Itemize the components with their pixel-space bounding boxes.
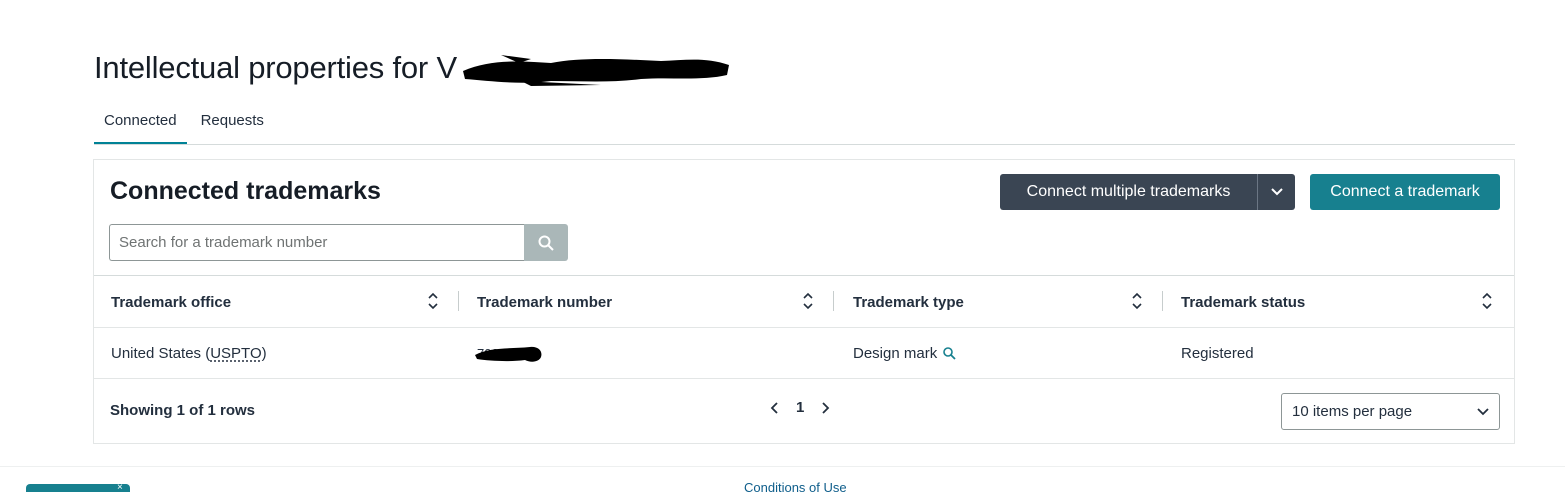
cell-trademark-status: Registered (1181, 344, 1254, 362)
chevron-right-icon[interactable] (822, 401, 830, 414)
tab-bar: Connected Requests (94, 108, 1515, 145)
header-trademark-status[interactable]: Trademark status (1181, 276, 1305, 328)
current-page[interactable]: 1 (796, 399, 804, 416)
column-divider[interactable] (833, 291, 834, 311)
page-title: Intellectual properties for V (94, 50, 729, 86)
search-button[interactable] (524, 224, 568, 261)
items-per-page-select[interactable]: 10 items per page (1281, 393, 1500, 430)
page-footer: Conditions of Use (0, 466, 1565, 492)
redaction-mark (475, 346, 542, 362)
tab-requests[interactable]: Requests (191, 108, 274, 144)
conditions-of-use-link[interactable]: Conditions of Use (744, 480, 847, 492)
sort-icon[interactable] (428, 292, 438, 310)
connect-multiple-button[interactable]: Connect multiple trademarks (1000, 174, 1258, 210)
column-divider[interactable] (1162, 291, 1163, 311)
row-count-text: Showing 1 of 1 rows (110, 402, 256, 419)
header-trademark-number[interactable]: Trademark number (477, 276, 612, 328)
connected-trademarks-card: Connected trademarks Connect multiple tr… (93, 159, 1515, 444)
tab-connected[interactable]: Connected (94, 108, 187, 144)
sort-icon[interactable] (1482, 292, 1492, 310)
table-row: United States (USPTO) 70005 Design mark … (94, 328, 1514, 379)
card-title: Connected trademarks (110, 177, 381, 205)
sort-icon[interactable] (803, 292, 813, 310)
page-title-text: Intellectual properties for V (94, 50, 457, 85)
cell-trademark-office: United States (USPTO) (111, 344, 267, 362)
header-trademark-office[interactable]: Trademark office (111, 276, 231, 328)
magnify-icon[interactable] (943, 346, 956, 360)
connect-trademark-button[interactable]: Connect a trademark (1310, 174, 1500, 210)
chevron-down-icon (1477, 407, 1489, 415)
close-icon[interactable]: × (117, 482, 123, 492)
column-divider[interactable] (458, 291, 459, 311)
pagination: 1 (770, 399, 830, 416)
uspto-abbreviation: USPTO (210, 344, 262, 362)
chevron-down-icon (1270, 188, 1283, 196)
sort-icon[interactable] (1132, 292, 1142, 310)
floating-widget-tab[interactable] (26, 484, 130, 492)
cell-trademark-type: Design mark (853, 328, 956, 378)
chevron-left-icon[interactable] (770, 401, 778, 414)
search-bar (109, 224, 568, 261)
table-footer: Showing 1 of 1 rows 1 10 items per page (94, 379, 1514, 444)
connect-multiple-split-button: Connect multiple trademarks (1000, 174, 1295, 210)
search-input[interactable] (109, 224, 524, 261)
redaction-mark (461, 55, 729, 86)
table-header: Trademark office Trademark number Tradem… (94, 275, 1514, 328)
search-icon (538, 235, 554, 251)
connect-multiple-dropdown-button[interactable] (1258, 174, 1295, 210)
header-trademark-type[interactable]: Trademark type (853, 276, 964, 328)
cell-trademark-number: 70005 (475, 328, 542, 378)
